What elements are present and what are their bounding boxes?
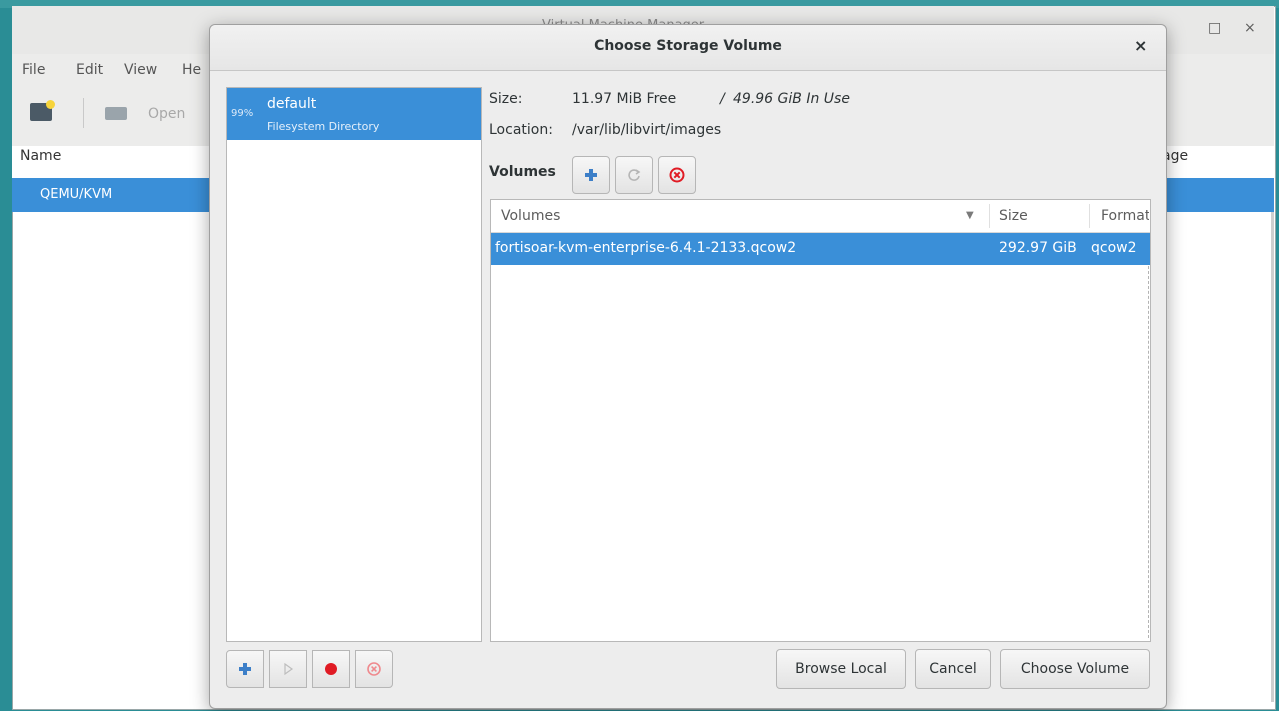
pool-name: default (267, 96, 317, 112)
maximize-icon[interactable]: □ (1208, 20, 1221, 36)
table-edge-dashed (1148, 266, 1149, 638)
size-separator: / (720, 91, 725, 107)
delete-icon (367, 662, 381, 676)
connection-label: QEMU/KVM (40, 187, 113, 202)
stop-icon (325, 663, 337, 675)
cancel-button[interactable]: Cancel (915, 649, 991, 689)
new-vm-icon[interactable] (30, 100, 55, 121)
add-pool-button[interactable] (226, 650, 264, 688)
storage-pool-list: 99% default Filesystem Directory (226, 87, 482, 642)
stop-pool-button[interactable] (312, 650, 350, 688)
open-button-label[interactable]: Open (148, 106, 185, 122)
add-volume-button[interactable] (572, 156, 610, 194)
size-free-value: 11.97 MiB Free (572, 91, 677, 107)
volume-format: qcow2 (1091, 240, 1137, 256)
start-pool-button[interactable] (269, 650, 307, 688)
column-divider (989, 204, 990, 228)
toolbar-separator (83, 98, 84, 128)
column-divider (1089, 204, 1090, 228)
delete-icon (669, 167, 685, 183)
dialog-titlebar: Choose Storage Volume × (210, 25, 1166, 71)
dialog-close-icon[interactable]: × (1134, 36, 1147, 55)
plus-icon (585, 169, 597, 181)
table-row[interactable]: fortisoar-kvm-enterprise-6.4.1-2133.qcow… (491, 233, 1150, 265)
column-header-name[interactable]: Name (20, 148, 61, 164)
delete-pool-button[interactable] (355, 650, 393, 688)
choose-volume-button[interactable]: Choose Volume (1000, 649, 1150, 689)
location-label: Location: (489, 122, 553, 138)
menu-help[interactable]: He (182, 62, 201, 78)
volume-table-header: Volumes ▼ Size Format (491, 200, 1150, 233)
column-header-format[interactable]: Format (1101, 208, 1149, 224)
pool-item-default[interactable]: 99% default Filesystem Directory (227, 88, 481, 140)
location-value: /var/lib/libvirt/images (572, 122, 722, 138)
main-scrollbar[interactable] (1271, 212, 1274, 702)
play-icon (284, 663, 294, 675)
pool-usage-percent: 99% (231, 108, 254, 119)
pool-type: Filesystem Directory (267, 120, 380, 133)
sort-down-icon[interactable]: ▼ (966, 210, 974, 221)
column-header-volumes[interactable]: Volumes (501, 208, 560, 224)
delete-volume-button[interactable] (658, 156, 696, 194)
plus-icon (239, 663, 251, 675)
volume-name: fortisoar-kvm-enterprise-6.4.1-2133.qcow… (495, 240, 797, 256)
column-header-size[interactable]: Size (999, 208, 1028, 224)
volume-table: Volumes ▼ Size Format fortisoar-kvm-ente… (490, 199, 1151, 642)
dialog-title: Choose Storage Volume (594, 38, 782, 54)
menu-view[interactable]: View (124, 62, 157, 78)
choose-storage-volume-dialog: Choose Storage Volume × 99% default File… (209, 24, 1167, 709)
size-in-use-value: 49.96 GiB In Use (733, 91, 850, 107)
browse-local-button[interactable]: Browse Local (776, 649, 906, 689)
close-window-icon[interactable]: × (1244, 20, 1256, 36)
refresh-icon (628, 169, 641, 181)
volume-size: 292.97 GiB (999, 240, 1077, 256)
refresh-volumes-button[interactable] (615, 156, 653, 194)
volumes-label: Volumes (489, 164, 556, 180)
menu-file[interactable]: File (22, 62, 45, 78)
monitor-icon[interactable] (105, 107, 127, 120)
menu-edit[interactable]: Edit (76, 62, 103, 78)
size-label: Size: (489, 91, 523, 107)
